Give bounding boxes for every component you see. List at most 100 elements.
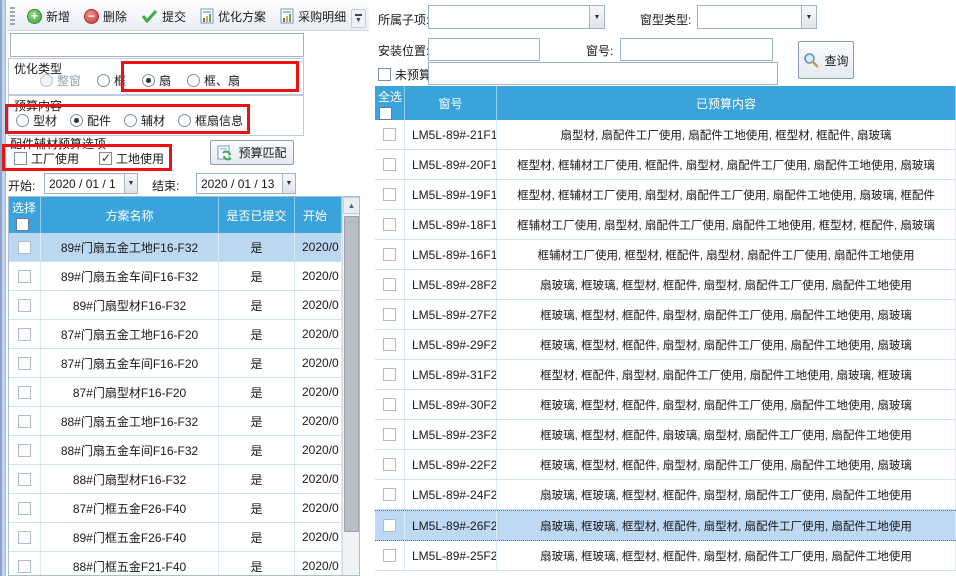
window-no-cell: LM5L-89#-30F28 bbox=[405, 390, 497, 419]
plan-table-row[interactable]: 89#门扇五金工地F16-F32 是 2020/0 bbox=[9, 233, 342, 262]
row-checkbox[interactable] bbox=[383, 248, 396, 261]
row-checkbox[interactable] bbox=[18, 415, 31, 428]
chevron-down-icon[interactable]: ▼ bbox=[124, 174, 137, 193]
start-date-picker[interactable]: 2020 / 01 / 1 ▼ bbox=[44, 173, 138, 194]
row-checkbox[interactable] bbox=[383, 188, 396, 201]
window-table-row[interactable]: LM5L-89#-29F27 框玻璃, 框型材, 框配件, 扇型材, 扇配件工厂… bbox=[375, 330, 956, 360]
delete-button[interactable]: − 删除 bbox=[77, 4, 134, 29]
window-type-select[interactable]: ▼ bbox=[697, 5, 817, 29]
opt-type-radio[interactable]: 扇 bbox=[142, 72, 171, 89]
window-table-row[interactable]: LM5L-89#-20F18 框型材, 框辅材工厂使用, 框配件, 扇型材, 扇… bbox=[375, 150, 956, 180]
window-table-row[interactable]: LM5L-89#-24F22 扇玻璃, 框玻璃, 框型材, 框配件, 扇型材, … bbox=[375, 480, 956, 510]
budget-radio[interactable]: 配件 bbox=[70, 112, 111, 129]
row-checkbox[interactable] bbox=[383, 308, 396, 321]
optimize-plan-button[interactable]: 优化方案 bbox=[193, 4, 273, 29]
window-table-row[interactable]: LM5L-89#-16F15 框辅材工厂使用, 框型材, 框配件, 扇型材, 扇… bbox=[375, 240, 956, 270]
window-table-row[interactable]: LM5L-89#-27F25 框玻璃, 框型材, 框配件, 扇型材, 扇配件工厂… bbox=[375, 300, 956, 330]
opt-type-radio[interactable]: 框 bbox=[97, 72, 126, 89]
vertical-scrollbar[interactable]: ▲ bbox=[342, 197, 359, 575]
chevron-down-icon[interactable]: ▼ bbox=[801, 6, 816, 28]
usage-checkbox[interactable]: 工厂使用 bbox=[14, 150, 79, 167]
no-budget-input[interactable] bbox=[428, 62, 778, 85]
plan-name-cell: 89#门框五金F26-F40 bbox=[41, 523, 219, 551]
row-checkbox[interactable] bbox=[18, 270, 31, 283]
plan-name-cell: 88#门框五金F21-F40 bbox=[41, 552, 219, 576]
scrollbar-thumb[interactable] bbox=[344, 216, 359, 532]
budget-content-column-header[interactable]: 已预算内容 bbox=[497, 86, 956, 120]
plan-table-row[interactable]: 87#门扇五金工地F16-F20 是 2020/0 bbox=[9, 320, 342, 349]
no-budget-checkbox[interactable]: 未预算: bbox=[378, 66, 434, 83]
scrollbar-up-icon[interactable]: ▲ bbox=[343, 197, 360, 214]
plan-table-row[interactable]: 89#门框五金F26-F40 是 2020/0 bbox=[9, 523, 342, 552]
plan-table-row[interactable]: 88#门框五金F21-F40 是 2020/0 bbox=[9, 552, 342, 576]
plan-table-row[interactable]: 87#门扇型材F16-F20 是 2020/0 bbox=[9, 378, 342, 407]
opt-type-radio[interactable]: 整窗 bbox=[40, 72, 81, 89]
window-table-row[interactable]: LM5L-89#-23F21 框玻璃, 框型材, 框配件, 扇玻璃, 扇型材, … bbox=[375, 420, 956, 450]
window-table-row[interactable]: LM5L-89#-18F16 框辅材工厂使用, 扇型材, 扇配件工厂使用, 扇配… bbox=[375, 210, 956, 240]
row-checkbox[interactable] bbox=[18, 531, 31, 544]
row-checkbox[interactable] bbox=[383, 488, 396, 501]
plan-table-row[interactable]: 89#门扇五金车间F16-F32 是 2020/0 bbox=[9, 262, 342, 291]
budget-match-button[interactable]: 预算匹配 bbox=[210, 140, 294, 165]
submit-button[interactable]: 提交 bbox=[134, 4, 193, 29]
row-checkbox[interactable] bbox=[18, 473, 31, 486]
plan-table-row[interactable]: 87#门框五金F26-F40 是 2020/0 bbox=[9, 494, 342, 523]
row-checkbox[interactable] bbox=[383, 218, 396, 231]
window-no-input[interactable] bbox=[620, 38, 773, 61]
name-column-header[interactable]: 方案名称 bbox=[41, 197, 219, 233]
window-no-column-header[interactable]: 窗号 bbox=[405, 86, 497, 120]
row-checkbox[interactable] bbox=[18, 241, 31, 254]
window-table-row[interactable]: LM5L-89#-22F20 框玻璃, 框型材, 框配件, 扇型材, 扇配件工厂… bbox=[375, 450, 956, 480]
plan-table-row[interactable]: 89#门扇型材F16-F32 是 2020/0 bbox=[9, 291, 342, 320]
row-select-cell bbox=[375, 511, 405, 540]
chevron-down-icon[interactable]: ▼ bbox=[589, 6, 604, 28]
end-date-picker[interactable]: 2020 / 01 / 13 ▼ bbox=[196, 173, 296, 194]
plan-name-cell: 87#门扇五金车间F16-F20 bbox=[41, 349, 219, 377]
row-checkbox[interactable] bbox=[383, 458, 396, 471]
row-checkbox[interactable] bbox=[383, 398, 396, 411]
row-checkbox[interactable] bbox=[383, 519, 396, 532]
budget-radio[interactable]: 型材 bbox=[16, 112, 57, 129]
row-checkbox[interactable] bbox=[18, 299, 31, 312]
window-table-row[interactable]: LM5L-89#-28F26 扇玻璃, 框玻璃, 框型材, 框配件, 扇型材, … bbox=[375, 270, 956, 300]
row-checkbox[interactable] bbox=[383, 549, 396, 562]
add-button[interactable]: + 新增 bbox=[20, 4, 77, 29]
row-checkbox[interactable] bbox=[18, 560, 31, 573]
budget-radio[interactable]: 辅材 bbox=[124, 112, 165, 129]
row-checkbox[interactable] bbox=[383, 338, 396, 351]
toolbar-grip[interactable] bbox=[10, 7, 15, 25]
plan-filter-input[interactable] bbox=[10, 33, 304, 57]
budget-radio[interactable]: 框扇信息 bbox=[178, 112, 243, 129]
window-table-row[interactable]: LM5L-89#-30F28 框玻璃, 框型材, 框配件, 扇型材, 扇配件工厂… bbox=[375, 390, 956, 420]
opt-type-radio[interactable]: 框、扇 bbox=[187, 72, 240, 89]
window-table-row[interactable]: LM5L-89#-21F19 扇型材, 扇配件工厂使用, 扇配件工地使用, 框型… bbox=[375, 120, 956, 150]
chevron-down-icon[interactable]: ▼ bbox=[282, 174, 295, 193]
row-checkbox[interactable] bbox=[383, 128, 396, 141]
start-column-header[interactable]: 开始 bbox=[295, 197, 342, 233]
toolbar-overflow-button[interactable]: ▼ bbox=[351, 9, 366, 28]
window-table-row[interactable]: LM5L-89#-31F29 框型材, 框配件, 扇型材, 扇配件工厂使用, 扇… bbox=[375, 360, 956, 390]
row-checkbox[interactable] bbox=[18, 357, 31, 370]
window-table-row[interactable]: LM5L-89#-25F23 扇玻璃, 框玻璃, 框型材, 框配件, 扇型材, … bbox=[375, 541, 956, 571]
plan-table-row[interactable]: 88#门扇五金车间F16-F32 是 2020/0 bbox=[9, 436, 342, 465]
install-position-input[interactable] bbox=[428, 38, 540, 61]
sub-item-select[interactable]: ▼ bbox=[428, 5, 605, 29]
usage-checkbox[interactable]: 工地使用 bbox=[99, 150, 164, 167]
row-checkbox[interactable] bbox=[383, 158, 396, 171]
row-checkbox[interactable] bbox=[383, 428, 396, 441]
row-checkbox[interactable] bbox=[383, 368, 396, 381]
row-checkbox[interactable] bbox=[383, 278, 396, 291]
window-table-row[interactable]: LM5L-89#-19F17 框型材, 框辅材工厂使用, 扇型材, 扇配件工厂使… bbox=[375, 180, 956, 210]
row-checkbox[interactable] bbox=[18, 328, 31, 341]
row-checkbox[interactable] bbox=[18, 386, 31, 399]
window-table-row[interactable]: LM5L-89#-26F24 扇玻璃, 框玻璃, 框型材, 框配件, 扇型材, … bbox=[375, 510, 956, 541]
plan-table-row[interactable]: 88#门扇五金工地F16-F32 是 2020/0 bbox=[9, 407, 342, 436]
select-all-checkbox[interactable] bbox=[16, 218, 29, 231]
plan-table-row[interactable]: 88#门扇型材F16-F32 是 2020/0 bbox=[9, 465, 342, 494]
row-checkbox[interactable] bbox=[18, 502, 31, 515]
query-button[interactable]: 查询 bbox=[798, 41, 854, 79]
select-all-checkbox[interactable] bbox=[379, 107, 392, 120]
plan-table-row[interactable]: 87#门扇五金车间F16-F20 是 2020/0 bbox=[9, 349, 342, 378]
row-checkbox[interactable] bbox=[18, 444, 31, 457]
submitted-column-header[interactable]: 是否已提交 bbox=[219, 197, 295, 233]
